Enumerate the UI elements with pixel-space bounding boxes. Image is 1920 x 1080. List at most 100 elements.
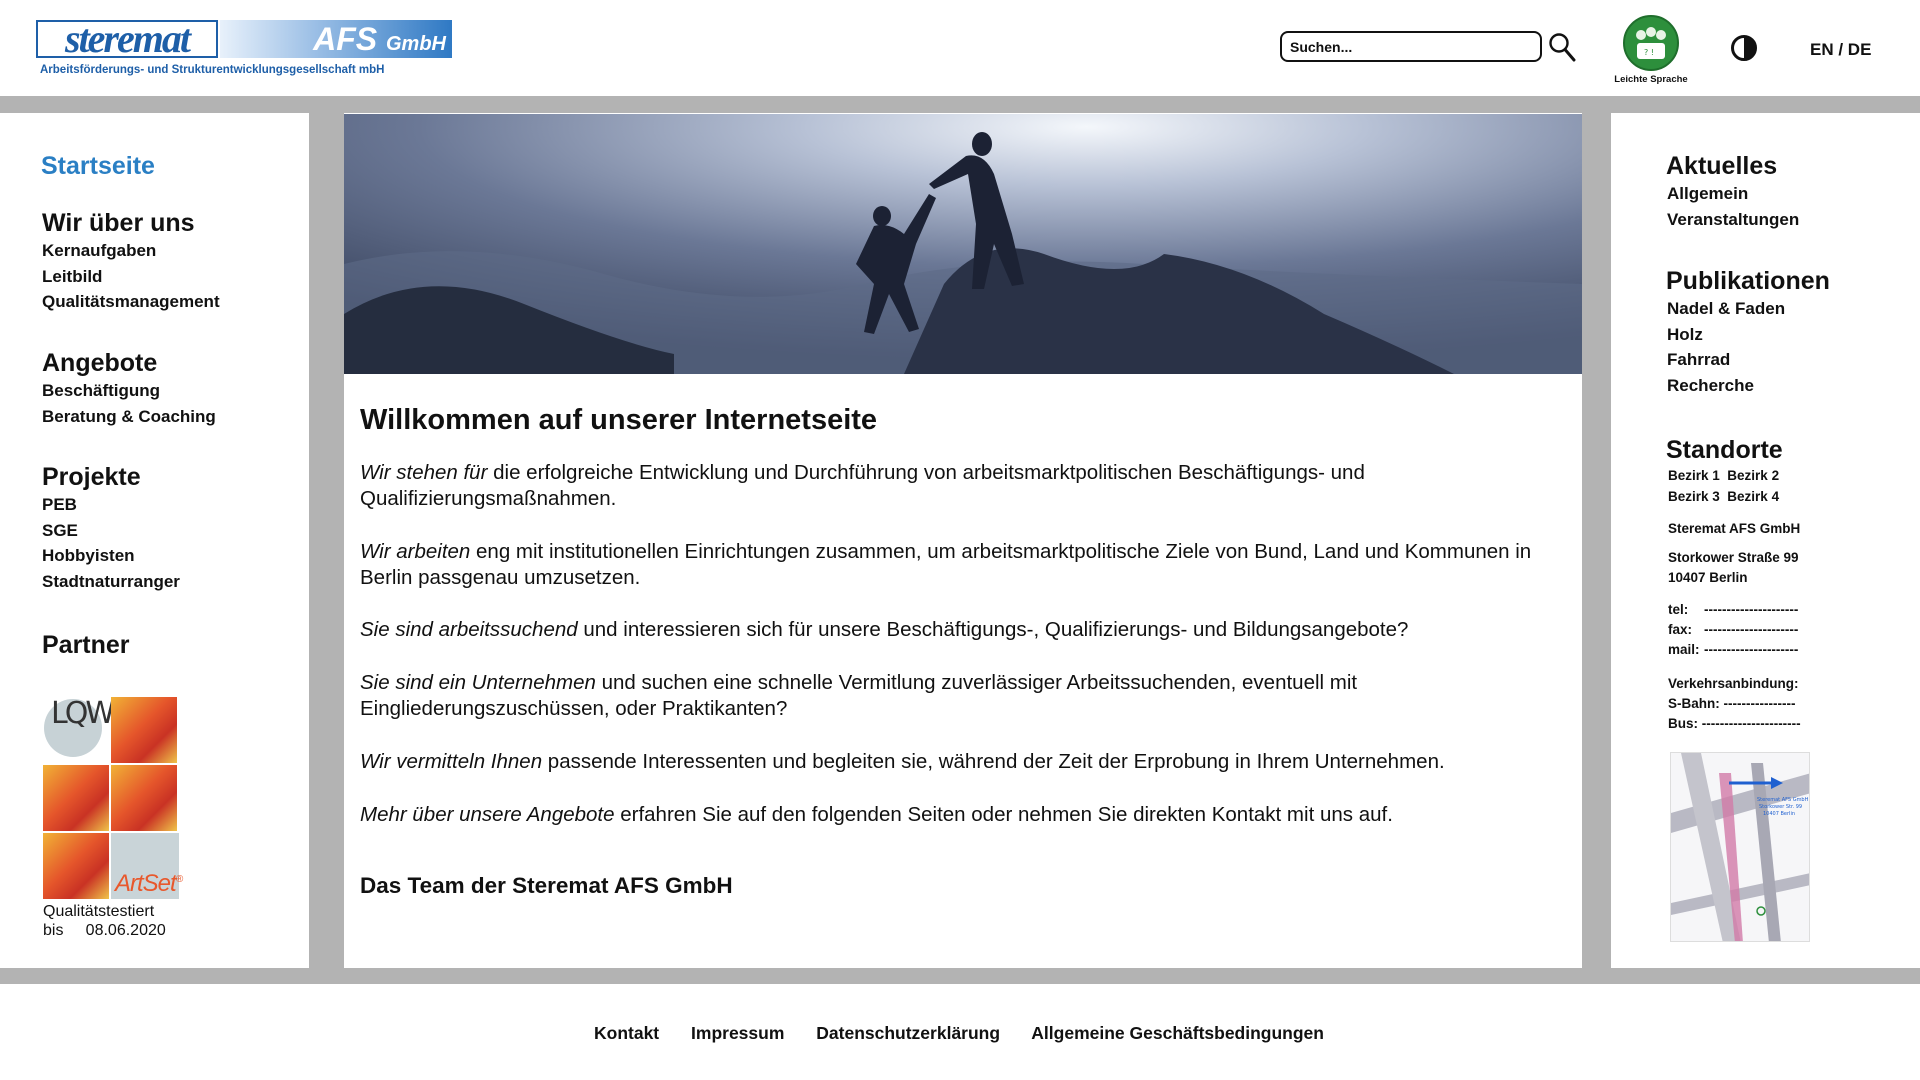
district-1-link[interactable]: Bezirk 1 xyxy=(1668,468,1720,483)
tel-value: --------------------- xyxy=(1704,602,1799,617)
pub-item-fahrrad[interactable]: Fahrrad xyxy=(1667,347,1785,373)
district-3-link[interactable]: Bezirk 3 xyxy=(1668,489,1720,504)
easy-language-label: Leichte Sprache xyxy=(1614,74,1688,85)
artset-mark: ® xyxy=(175,874,183,885)
publications-heading[interactable]: Publikationen xyxy=(1666,267,1830,296)
company-name: Steremat AFS GmbH xyxy=(1668,521,1801,536)
search-input[interactable] xyxy=(1280,31,1542,62)
nav-wir-ueber-uns[interactable]: Wir über uns xyxy=(42,209,195,238)
news-heading[interactable]: Aktuelles xyxy=(1666,152,1777,181)
nav-item-beschaeftigung[interactable]: Beschäftigung xyxy=(42,378,216,404)
nav-item-stadtnaturranger[interactable]: Stadtnaturranger xyxy=(42,569,180,595)
nav-item-sge[interactable]: SGE xyxy=(42,518,180,544)
footer-link-impressum[interactable]: Impressum xyxy=(691,1023,784,1043)
bus-value: ---------------------- xyxy=(1701,716,1801,731)
para-5-text: passende Interessenten und begleiten sie… xyxy=(542,750,1445,773)
para-2-text: eng mit institutionellen Einrichtungen z… xyxy=(360,540,1532,589)
footer-link-datenschutz[interactable]: Datenschutzerklärung xyxy=(816,1023,1000,1043)
fax-value: --------------------- xyxy=(1704,622,1799,637)
footer-links: Kontakt Impressum Datenschutzerklärung A… xyxy=(594,1023,1351,1044)
nav-item-hobbyisten[interactable]: Hobbyisten xyxy=(42,543,180,569)
tel-label: tel: xyxy=(1668,602,1689,617)
easy-language-button[interactable]: ? ! Leichte Sprache xyxy=(1612,15,1690,89)
nav-item-beratung-coaching[interactable]: Beratung & Coaching xyxy=(42,404,216,430)
artset-text: ArtSet xyxy=(115,870,177,897)
certificate-text: Qualitätstestiert bis 08.06.2020 xyxy=(43,902,183,940)
nav-partner[interactable]: Partner xyxy=(42,631,130,660)
certificate-line-2: bis 08.06.2020 xyxy=(43,922,166,939)
districts-row-1: Bezirk 1 Bezirk 2 xyxy=(1668,466,1779,486)
nav-angebote[interactable]: Angebote xyxy=(42,349,157,378)
nav-projekte[interactable]: Projekte xyxy=(42,463,141,492)
nav-angebote-list: Beschäftigung Beratung & Coaching xyxy=(42,378,216,429)
districts-row-2: Bezirk 3 Bezirk 4 xyxy=(1668,487,1779,507)
nav-wir-ueber-uns-list: Kernaufgaben Leitbild Qualitätsmanagemen… xyxy=(42,238,220,315)
publications-list: Nadel & Faden Holz Fahrrad Recherche xyxy=(1667,296,1785,398)
nav-projekte-list: PEB SGE Hobbyisten Stadtnaturranger xyxy=(42,492,180,594)
news-item-allgemein[interactable]: Allgemein xyxy=(1667,181,1799,207)
district-4-link[interactable]: Bezirk 4 xyxy=(1727,489,1779,504)
intro-paragraph-4: Sie sind ein Unternehmen und suchen eine… xyxy=(360,670,1560,722)
easy-language-icon: ? ! xyxy=(1623,15,1679,71)
city-address: 10407 Berlin xyxy=(1668,570,1748,585)
para-5-emphasis: Wir vermitteln Ihnen xyxy=(360,750,543,773)
logo-afs-text: AFS xyxy=(313,21,378,57)
locations-heading[interactable]: Standorte xyxy=(1666,436,1783,465)
news-item-veranstaltungen[interactable]: Veranstaltungen xyxy=(1667,207,1799,233)
contrast-icon xyxy=(1731,35,1757,61)
logo-steremat: steremat xyxy=(36,20,218,58)
district-2-link[interactable]: Bezirk 2 xyxy=(1727,468,1779,483)
mail-line: mail: --------------------- xyxy=(1668,640,1798,660)
pub-item-recherche[interactable]: Recherche xyxy=(1667,373,1785,399)
sbahn-line: S-Bahn: ---------------- xyxy=(1668,694,1795,714)
para-6-emphasis: Mehr über unsere Angebote xyxy=(360,803,615,826)
news-list: Allgemein Veranstaltungen xyxy=(1667,181,1799,232)
location-map[interactable]: Steremat AFS GmbH Storkower Str. 99 1040… xyxy=(1670,752,1810,942)
lqw-logo: LQW xyxy=(43,696,115,763)
lang-en-link[interactable]: EN xyxy=(1810,40,1834,59)
logo-tagline: Arbeitsförderungs- und Strukturentwicklu… xyxy=(40,64,385,76)
nav-item-leitbild[interactable]: Leitbild xyxy=(42,264,220,290)
page-title: Willkommen auf unserer Internetseite xyxy=(360,404,878,436)
sbahn-label: S-Bahn: xyxy=(1668,696,1720,711)
fax-line: fax: --------------------- xyxy=(1668,620,1798,640)
svg-text:? !: ? ! xyxy=(1644,48,1654,57)
para-1-text: die erfolgreiche Entwicklung und Durchfü… xyxy=(360,461,1365,510)
intro-paragraph-5: Wir vermitteln Ihnen passende Interessen… xyxy=(360,749,1560,775)
pub-item-nadel-faden[interactable]: Nadel & Faden xyxy=(1667,296,1785,322)
para-3-emphasis: Sie sind arbeitssuchend xyxy=(360,618,578,641)
nav-item-kernaufgaben[interactable]: Kernaufgaben xyxy=(42,238,220,264)
site-logo[interactable]: steremat AFS GmbH Arbeitsförderungs- und… xyxy=(36,20,452,82)
tel-line: tel: --------------------- xyxy=(1668,600,1798,620)
sbahn-value: ---------------- xyxy=(1723,696,1796,711)
artset-logo: ArtSet® xyxy=(115,870,183,898)
nav-startseite[interactable]: Startseite xyxy=(41,152,155,181)
lqw-text: LQW xyxy=(51,696,115,731)
map-label-2: Storkower Str. 99 xyxy=(1759,804,1802,810)
logo-gmbh-text: GmbH xyxy=(386,33,446,55)
site-header: steremat AFS GmbH Arbeitsförderungs- und… xyxy=(0,0,1920,96)
lang-separator: / xyxy=(1833,40,1848,59)
hero-image xyxy=(344,114,1582,374)
language-switcher: EN / DE xyxy=(1810,40,1871,60)
contrast-toggle[interactable] xyxy=(1730,34,1758,62)
certificate-line-1: Qualitätstestiert xyxy=(43,903,155,920)
lang-de-link[interactable]: DE xyxy=(1848,40,1872,59)
pub-item-holz[interactable]: Holz xyxy=(1667,322,1785,348)
map-label-1: Steremat AFS GmbH xyxy=(1757,797,1809,803)
para-1-emphasis: Wir stehen für xyxy=(360,461,488,484)
mail-value: --------------------- xyxy=(1704,642,1799,657)
footer-link-agb[interactable]: Allgemeine Geschäftsbedingungen xyxy=(1031,1023,1324,1043)
search-button[interactable] xyxy=(1548,32,1576,64)
quality-certificate[interactable]: LQW ArtSet® Qualitätstestiert bis 08.06.… xyxy=(43,696,183,941)
map-label-3: 10407 Berlin xyxy=(1763,811,1795,817)
nav-item-peb[interactable]: PEB xyxy=(42,492,180,518)
mail-label: mail: xyxy=(1668,642,1700,657)
nav-item-qualitaetsmanagement[interactable]: Qualitätsmanagement xyxy=(42,289,220,315)
intro-paragraph-2: Wir arbeiten eng mit institutionellen Ei… xyxy=(360,539,1560,591)
intro-paragraph-3: Sie sind arbeitssuchend und interessiere… xyxy=(360,617,1560,643)
footer-link-kontakt[interactable]: Kontakt xyxy=(594,1023,659,1043)
street-address: Storkower Straße 99 xyxy=(1668,550,1799,565)
bus-line: Bus: ---------------------- xyxy=(1668,714,1801,734)
para-6-text: erfahren Sie auf den folgenden Seiten od… xyxy=(614,803,1393,826)
